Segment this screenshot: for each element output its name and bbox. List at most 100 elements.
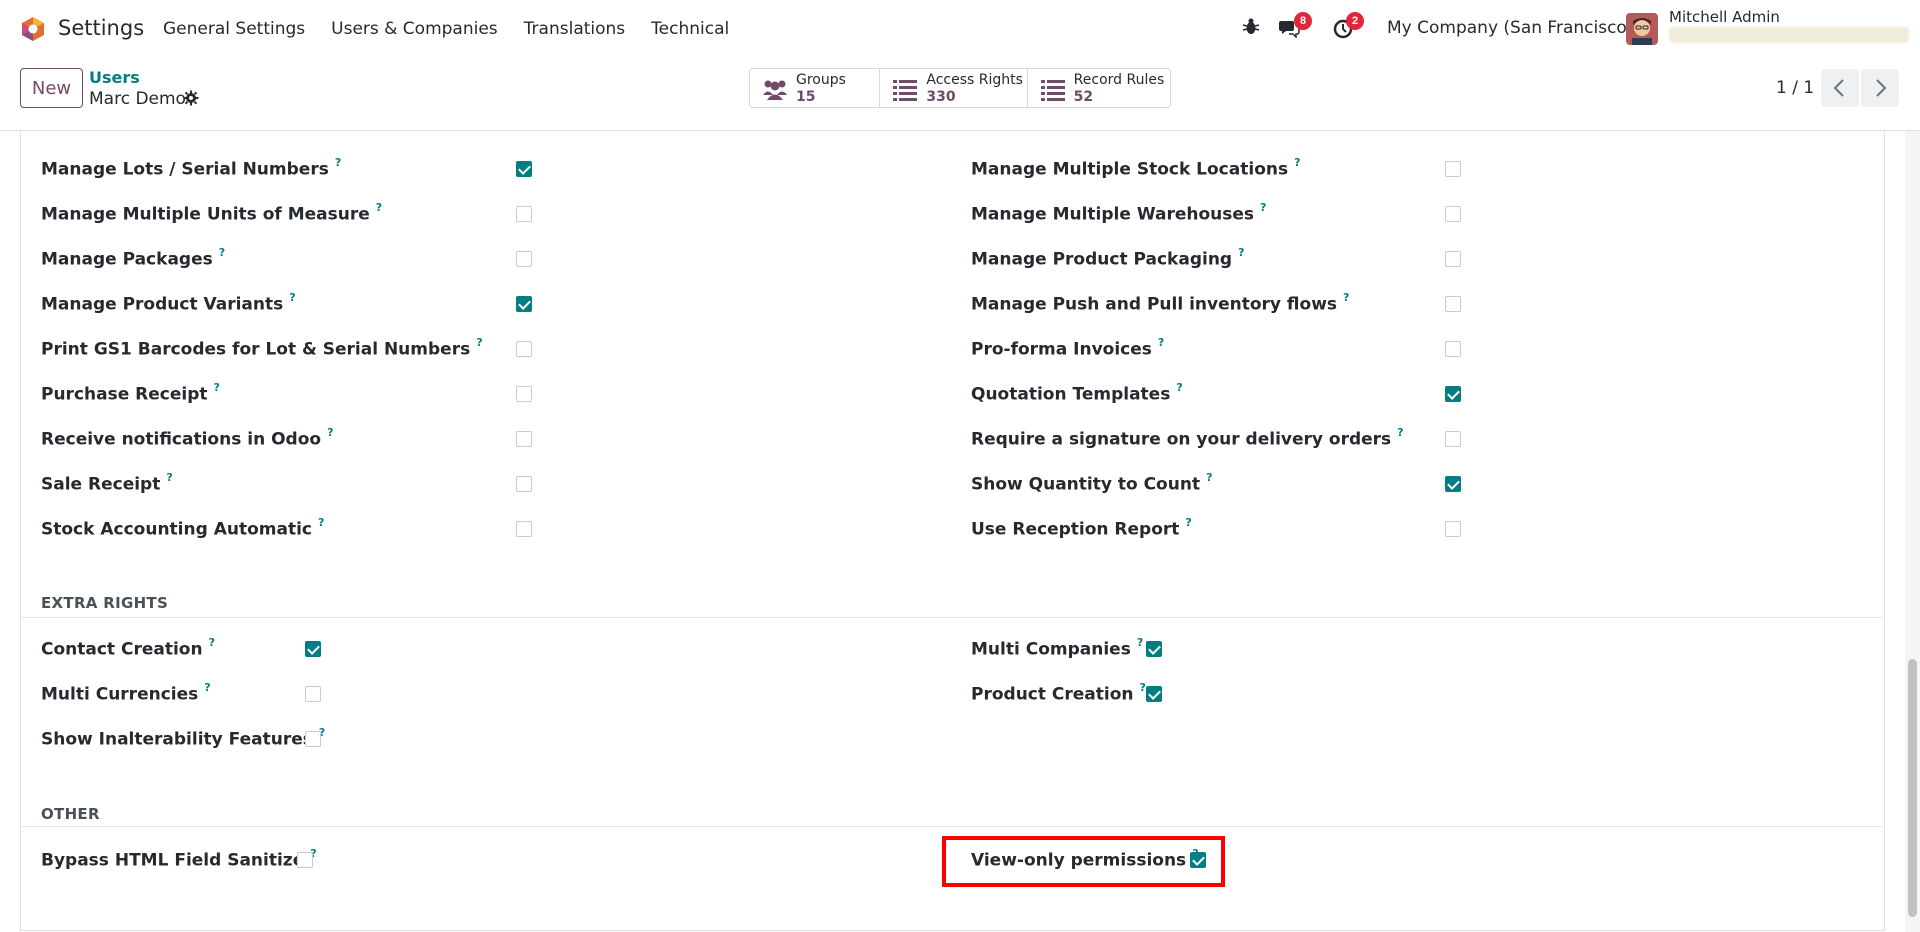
record-rules-label: Record Rules <box>1073 72 1165 88</box>
help-tooltip-icon[interactable]: ? <box>1140 681 1146 694</box>
field-label-text: Show Inalterability Features <box>41 729 313 750</box>
list-icon <box>1040 80 1065 101</box>
new-button[interactable]: New <box>20 68 83 108</box>
checkbox-require-a-signature-on-your-delivery-orders[interactable] <box>1445 431 1461 447</box>
field-label-text: Purchase Receipt <box>41 384 208 405</box>
user-name[interactable]: Mitchell Admin <box>1669 8 1780 26</box>
form-content: Manage Lots / Serial Numbers? Manage Mult… <box>0 131 1905 932</box>
help-tooltip-icon[interactable]: ? <box>289 291 295 304</box>
pager-value[interactable]: 1 / 1 <box>1776 78 1814 98</box>
checkbox-manage-lots-serial-numbers[interactable] <box>516 161 532 177</box>
odoo-logo-icon[interactable] <box>20 16 46 42</box>
breadcrumb-current-record: Marc Demo <box>89 89 186 109</box>
access-rights-label: Access Rights <box>926 72 1023 88</box>
section-title: OTHER <box>41 805 100 823</box>
checkbox-product-creation[interactable] <box>1146 686 1162 702</box>
field-label-show-inalterability-features: Show Inalterability Features? <box>41 726 325 750</box>
help-tooltip-icon[interactable]: ? <box>476 336 482 349</box>
vertical-scrollbar[interactable] <box>1905 131 1920 932</box>
field-label-manage-product-variants: Manage Product Variants? <box>41 291 296 315</box>
field-label-text: Multi Currencies <box>41 684 199 705</box>
field-label-text: Quotation Templates <box>971 384 1171 405</box>
help-tooltip-icon[interactable]: ? <box>214 381 220 394</box>
checkbox-quotation-templates[interactable] <box>1445 386 1461 402</box>
field-label-use-reception-report: Use Reception Report? <box>971 516 1192 540</box>
checkbox-manage-product-packaging[interactable] <box>1445 251 1461 267</box>
annotation-highlight-box <box>942 836 1225 887</box>
field-label-purchase-receipt: Purchase Receipt? <box>41 381 220 405</box>
checkbox-stock-accounting-automatic[interactable] <box>516 521 532 537</box>
user-avatar[interactable] <box>1626 13 1658 45</box>
menu-technical[interactable]: Technical <box>651 19 729 39</box>
groups-label: Groups <box>796 72 846 88</box>
app-name[interactable]: Settings <box>58 16 144 40</box>
field-label-sale-receipt: Sale Receipt? <box>41 471 173 495</box>
checkbox-multi-currencies[interactable] <box>305 686 321 702</box>
help-tooltip-icon[interactable]: ? <box>1137 636 1143 649</box>
menu-translations[interactable]: Translations <box>524 19 626 39</box>
field-label-quotation-templates: Quotation Templates? <box>971 381 1183 405</box>
field-label-manage-push-and-pull-inventory-flows: Manage Push and Pull inventory flows? <box>971 291 1349 315</box>
scrollbar-thumb[interactable] <box>1908 659 1917 917</box>
field-label-text: Manage Product Variants <box>41 294 284 315</box>
field-label-multi-currencies: Multi Currencies? <box>41 681 211 705</box>
checkbox-manage-product-variants[interactable] <box>516 296 532 312</box>
help-tooltip-icon[interactable]: ? <box>376 201 382 214</box>
help-tooltip-icon[interactable]: ? <box>1260 201 1266 214</box>
help-tooltip-icon[interactable]: ? <box>1343 291 1349 304</box>
field-label-text: Pro-forma Invoices <box>971 339 1152 360</box>
help-tooltip-icon[interactable]: ? <box>219 246 225 259</box>
help-tooltip-icon[interactable]: ? <box>1185 516 1191 529</box>
field-label-text: Manage Push and Pull inventory flows <box>971 294 1338 315</box>
menu-users-companies[interactable]: Users & Companies <box>331 19 498 39</box>
checkbox-manage-multiple-units-of-measure[interactable] <box>516 206 532 222</box>
record-rules-smart-button[interactable]: Record Rules 52 <box>1028 69 1170 107</box>
groups-smart-button[interactable]: Groups 15 <box>750 69 881 107</box>
field-label-text: Manage Multiple Stock Locations <box>971 159 1289 180</box>
help-tooltip-icon[interactable]: ? <box>1158 336 1164 349</box>
field-label-text: Stock Accounting Automatic <box>41 519 312 540</box>
field-label-text: Multi Companies <box>971 639 1131 660</box>
pager-previous-button[interactable] <box>1821 69 1859 107</box>
checkbox-show-inalterability-features[interactable] <box>305 731 321 747</box>
checkbox-multi-companies[interactable] <box>1146 641 1162 657</box>
help-tooltip-icon[interactable]: ? <box>1176 381 1182 394</box>
checkbox-manage-multiple-warehouses[interactable] <box>1445 206 1461 222</box>
checkbox-contact-creation[interactable] <box>305 641 321 657</box>
checkbox-manage-multiple-stock-locations[interactable] <box>1445 161 1461 177</box>
breadcrumb-users[interactable]: Users <box>89 68 140 87</box>
user-database-blurred <box>1669 27 1909 43</box>
checkbox-show-quantity-to-count[interactable] <box>1445 476 1461 492</box>
pager-next-button[interactable] <box>1861 69 1899 107</box>
list-icon <box>893 80 918 101</box>
checkbox-use-reception-report[interactable] <box>1445 521 1461 537</box>
help-tooltip-icon[interactable]: ? <box>1294 156 1300 169</box>
field-label-text: Sale Receipt <box>41 474 161 495</box>
field-label-manage-multiple-warehouses: Manage Multiple Warehouses? <box>971 201 1266 225</box>
checkbox-manage-push-and-pull-inventory-flows[interactable] <box>1445 296 1461 312</box>
help-tooltip-icon[interactable]: ? <box>204 681 210 694</box>
checkbox-purchase-receipt[interactable] <box>516 386 532 402</box>
checkbox-print-gs1-barcodes-for-lot-serial-numbers[interactable] <box>516 341 532 357</box>
field-label-manage-packages: Manage Packages? <box>41 246 225 270</box>
checkbox-receive-notifications-in-odoo[interactable] <box>516 431 532 447</box>
bug-icon[interactable] <box>1241 17 1261 37</box>
access-rights-smart-button[interactable]: Access Rights 330 <box>880 69 1028 107</box>
gear-icon[interactable] <box>183 90 199 106</box>
help-tooltip-icon[interactable]: ? <box>1206 471 1212 484</box>
checkbox-sale-receipt[interactable] <box>516 476 532 492</box>
menu-general-settings[interactable]: General Settings <box>163 19 305 39</box>
help-tooltip-icon[interactable]: ? <box>318 516 324 529</box>
help-tooltip-icon[interactable]: ? <box>209 636 215 649</box>
field-label-manage-lots-serial-numbers: Manage Lots / Serial Numbers? <box>41 156 341 180</box>
checkbox-pro-forma-invoices[interactable] <box>1445 341 1461 357</box>
help-tooltip-icon[interactable]: ? <box>335 156 341 169</box>
help-tooltip-icon[interactable]: ? <box>1238 246 1244 259</box>
checkbox-manage-packages[interactable] <box>516 251 532 267</box>
company-switcher[interactable]: My Company (San Francisco) <box>1387 18 1633 38</box>
help-tooltip-icon[interactable]: ? <box>1397 426 1403 439</box>
checkbox-bypass-html-field-sanitize[interactable] <box>297 852 313 868</box>
help-tooltip-icon[interactable]: ? <box>327 426 333 439</box>
help-tooltip-icon[interactable]: ? <box>166 471 172 484</box>
field-label-text: Product Creation <box>971 684 1134 705</box>
